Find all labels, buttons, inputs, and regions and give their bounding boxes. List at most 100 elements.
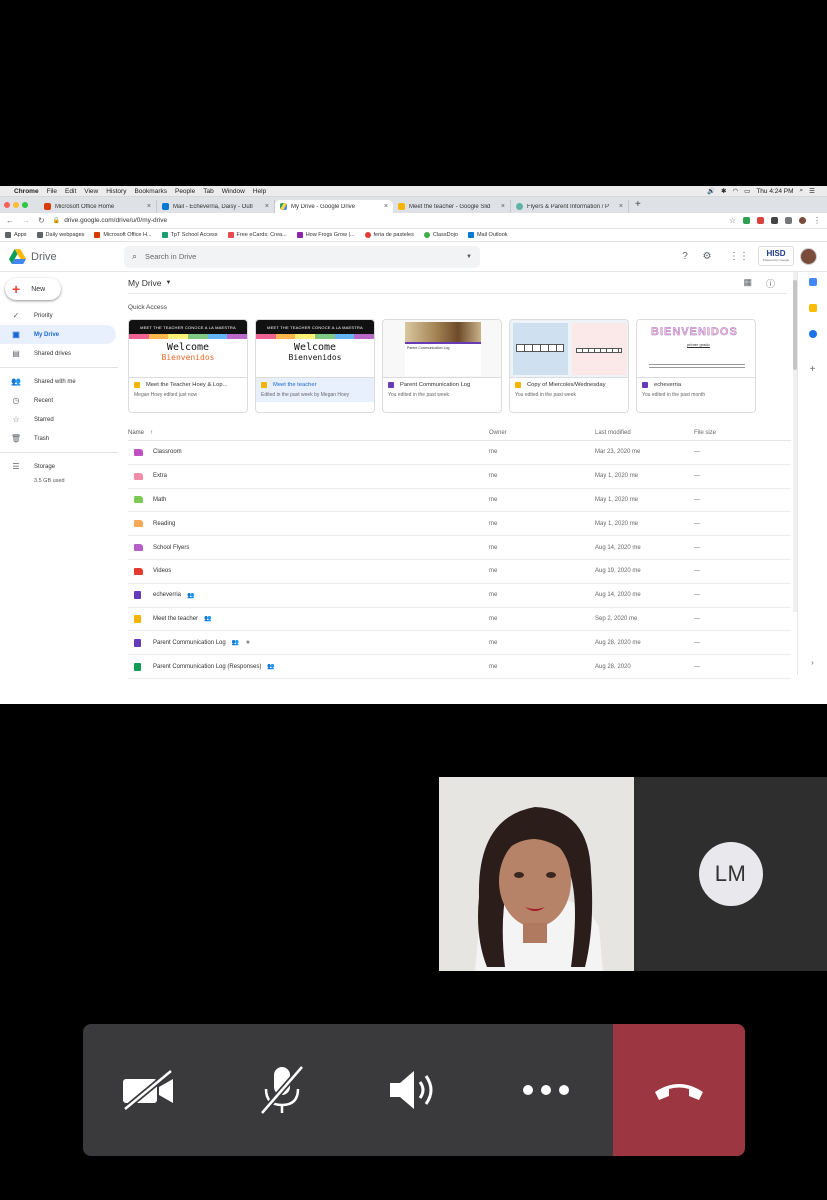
minimize-window-icon[interactable] — [13, 202, 19, 208]
close-window-icon[interactable] — [4, 202, 10, 208]
column-owner[interactable]: Owner — [489, 430, 595, 436]
help-icon[interactable]: ? — [678, 249, 692, 263]
tasks-icon[interactable] — [808, 330, 817, 338]
sort-arrow-up-icon[interactable]: ↑ — [150, 430, 153, 436]
org-badge[interactable]: HISD Powered by Google — [758, 246, 794, 266]
quick-access-card[interactable]: MEET THE TEACHER CONOCE A LA MAESTRA Wel… — [128, 319, 248, 413]
tab-microsoft-office[interactable]: Microsoft Office Home × — [39, 200, 157, 213]
extension-dark-icon[interactable] — [771, 217, 778, 224]
table-row[interactable]: Math me May 1, 2020 me — — [128, 489, 791, 513]
column-last-modified[interactable]: Last modified — [595, 430, 694, 436]
menu-edit[interactable]: Edit — [65, 188, 76, 195]
menu-help[interactable]: Help — [253, 188, 266, 195]
more-options-button[interactable] — [480, 1024, 612, 1156]
bookmark-classdojo[interactable]: ClassDojo — [423, 232, 458, 238]
close-tab-icon[interactable]: × — [501, 203, 505, 210]
info-icon[interactable]: ⓘ — [766, 277, 775, 290]
quick-access-card[interactable]: Copy of Miercoles/Wednesday You edited i… — [509, 319, 629, 413]
sidebar-item-shared-with-me[interactable]: 👥 Shared with me — [0, 372, 116, 391]
quick-access-card[interactable]: Parent Communication Log Parent Communic… — [382, 319, 502, 413]
bookmark-apps[interactable]: Apps — [5, 232, 27, 238]
breadcrumb[interactable]: My Drive ▼ — [128, 272, 787, 294]
sidebar-item-recent[interactable]: ◷ Recent — [0, 391, 116, 410]
control-center-icon[interactable]: ☰ — [809, 187, 815, 195]
gear-icon[interactable]: ⚙ — [700, 249, 714, 263]
grid-view-icon[interactable]: ▦ — [743, 277, 752, 290]
end-call-button[interactable] — [613, 1024, 745, 1156]
sidebar-item-priority[interactable]: ✓ Priority — [0, 306, 116, 325]
table-row[interactable]: echeverria 👥 me Aug 14, 2020 me — — [128, 584, 791, 608]
profile-icon[interactable] — [799, 217, 806, 224]
quick-access-card[interactable]: MEET THE TEACHER CONOCE A LA MAESTRA Wel… — [255, 319, 375, 413]
wifi-icon[interactable]: ◠ — [732, 187, 738, 195]
column-file-size[interactable]: File size — [694, 430, 716, 436]
extensions-puzzle-icon[interactable] — [785, 217, 792, 224]
table-row[interactable]: Reading me May 1, 2020 me — — [128, 512, 791, 537]
bookmark-microsoft-office[interactable]: Microsoft Office H... — [94, 232, 152, 238]
participant-tile[interactable]: LM — [634, 777, 827, 971]
avatar[interactable] — [800, 247, 817, 265]
drive-logo[interactable]: Drive — [0, 249, 124, 264]
bookmark-daily-webpages[interactable]: Daily webpages — [36, 232, 84, 238]
zoom-window-icon[interactable] — [22, 202, 28, 208]
spotlight-icon[interactable]: ⌕ — [800, 187, 804, 195]
bookmark-tpt[interactable]: TpT School Access — [161, 232, 218, 238]
sidebar-item-trash[interactable]: 🗑 Trash — [0, 429, 116, 448]
menu-chrome[interactable]: Chrome — [14, 188, 39, 195]
close-tab-icon[interactable]: × — [384, 203, 388, 210]
menu-tab[interactable]: Tab — [203, 188, 213, 195]
extension-green-icon[interactable] — [743, 217, 750, 224]
sidebar-item-shared-drives[interactable]: ▤ Shared drives — [0, 344, 116, 363]
mic-toggle-button[interactable] — [215, 1024, 347, 1156]
url-field[interactable]: 🔒 drive.google.com/drive/u/0/my-drive — [53, 217, 729, 224]
search-options-icon[interactable]: ▼ — [466, 254, 472, 260]
new-button[interactable]: + New — [5, 278, 61, 300]
new-tab-icon[interactable]: + — [635, 199, 641, 213]
chevron-right-icon[interactable]: › — [811, 658, 814, 667]
apps-grid-icon[interactable]: ⋮⋮ — [729, 249, 749, 263]
menu-kebab-icon[interactable]: ⋮ — [813, 216, 821, 225]
sidebar-item-my-drive[interactable]: ▣ My Drive — [0, 325, 116, 344]
back-icon[interactable]: ← — [6, 216, 14, 225]
sidebar-item-starred[interactable]: ☆ Starred — [0, 410, 116, 429]
tab-my-drive[interactable]: My Drive - Google Drive × — [275, 200, 393, 213]
close-tab-icon[interactable]: × — [147, 203, 151, 210]
search-icon[interactable]: ⌕ — [132, 251, 137, 262]
bookmark-frogs[interactable]: How Frogs Grow |... — [296, 232, 355, 238]
table-row[interactable]: Classroom me Mar 23, 2020 me — — [128, 441, 791, 465]
reload-icon[interactable]: ↻ — [38, 216, 45, 225]
table-row[interactable]: Parent Communication Log 👥 ★ me Aug 28, 2020… — [128, 631, 791, 656]
menu-view[interactable]: View — [84, 188, 98, 195]
tab-flyers[interactable]: Flyers & Parent Information / P × — [511, 200, 629, 213]
clock[interactable]: Thu 4:24 PM — [756, 188, 793, 195]
bookmark-mail-outlook[interactable]: Mail Outlook — [467, 232, 508, 238]
close-tab-icon[interactable]: × — [265, 203, 269, 210]
search-input[interactable]: ⌕ Search in Drive ▼ — [124, 245, 480, 268]
calendar-icon[interactable] — [808, 278, 817, 286]
menu-people[interactable]: People — [175, 188, 195, 195]
bookmark-feria[interactable]: feria de pasteles — [364, 232, 414, 238]
camera-toggle-button[interactable] — [83, 1024, 215, 1156]
add-addon-icon[interactable]: + — [810, 364, 816, 375]
tab-mail[interactable]: Mail - Echeverria, Daisy - Outl × — [157, 200, 275, 213]
table-row[interactable]: Meet the teacher 👥 me Sep 2, 2020 me — — [128, 608, 791, 632]
table-row[interactable]: Extra me May 1, 2020 me — — [128, 465, 791, 489]
bookmark-ecards[interactable]: Free eCards: Crea... — [227, 232, 287, 238]
table-row[interactable]: Parent Communication Log (Responses) 👥 me A… — [128, 655, 791, 679]
column-name[interactable]: Name ↑ — [128, 430, 489, 436]
keep-icon[interactable] — [808, 304, 817, 312]
menu-file[interactable]: File — [47, 188, 57, 195]
table-row[interactable]: Videos me Aug 19, 2020 me — — [128, 560, 791, 584]
bluetooth-icon[interactable]: ✱ — [721, 187, 726, 195]
speaker-button[interactable] — [348, 1024, 480, 1156]
lock-icon[interactable]: 🔒 — [53, 217, 60, 224]
menu-bookmarks[interactable]: Bookmarks — [134, 188, 167, 195]
extension-red-icon[interactable] — [757, 217, 764, 224]
tab-meet-the-teacher[interactable]: Meet the teacher - Google Slid × — [393, 200, 511, 213]
bookmark-star-icon[interactable]: ☆ — [729, 216, 736, 225]
menu-history[interactable]: History — [106, 188, 126, 195]
menu-window[interactable]: Window — [222, 188, 245, 195]
volume-icon[interactable]: 🔊 — [707, 187, 715, 195]
close-tab-icon[interactable]: × — [619, 203, 623, 210]
forward-icon[interactable]: → — [22, 216, 30, 225]
